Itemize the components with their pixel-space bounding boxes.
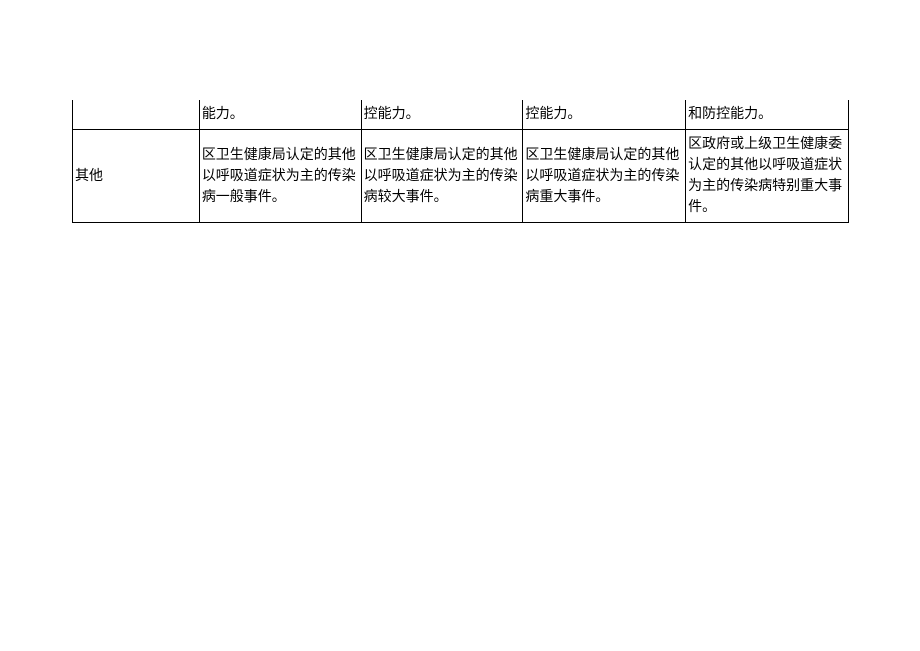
- cell-r2-c1: 其他: [73, 130, 200, 223]
- cell-r1-c4: 控能力。: [523, 100, 686, 130]
- document-table: 能力。 控能力。 控能力。 和防控能力。 其他 区卫生健康局认定的其他以呼吸道症…: [72, 100, 849, 223]
- table-row: 其他 区卫生健康局认定的其他以呼吸道症状为主的传染病一般事件。 区卫生健康局认定…: [73, 130, 849, 223]
- cell-r2-c5: 区政府或上级卫生健康委认定的其他以呼吸道症状为主的传染病特别重大事件。: [686, 130, 849, 223]
- cell-r1-c2: 能力。: [199, 100, 361, 130]
- table-row: 能力。 控能力。 控能力。 和防控能力。: [73, 100, 849, 130]
- cell-r1-c3: 控能力。: [361, 100, 523, 130]
- cell-r1-c1: [73, 100, 200, 130]
- cell-r2-c2: 区卫生健康局认定的其他以呼吸道症状为主的传染病一般事件。: [199, 130, 361, 223]
- cell-r1-c5: 和防控能力。: [686, 100, 849, 130]
- cell-r2-c4: 区卫生健康局认定的其他以呼吸道症状为主的传染病重大事件。: [523, 130, 686, 223]
- cell-r2-c3: 区卫生健康局认定的其他以呼吸道症状为主的传染病较大事件。: [361, 130, 523, 223]
